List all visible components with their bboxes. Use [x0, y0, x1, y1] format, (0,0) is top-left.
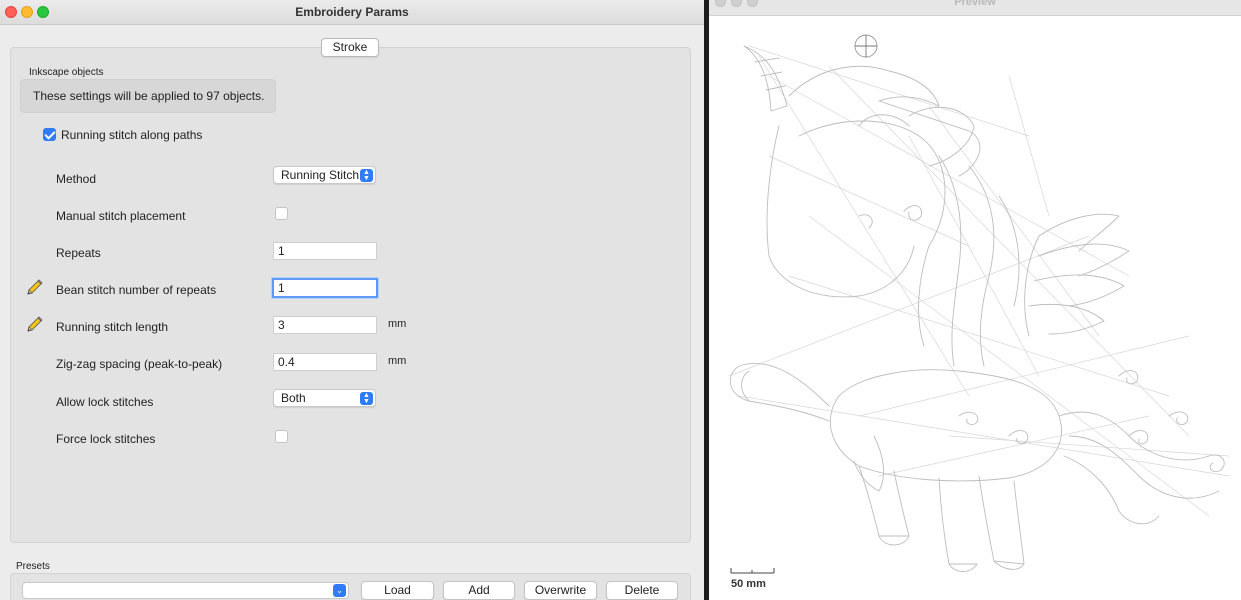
preset-select[interactable]: ⌄ — [22, 582, 349, 599]
delete-button[interactable]: Delete — [606, 581, 678, 600]
pencil-icon[interactable] — [25, 316, 43, 334]
up-down-chevron-icon: ▲ ▼ — [360, 169, 373, 182]
preview-title: Preview — [954, 0, 996, 8]
zigzag-spacing-unit: mm — [388, 355, 407, 367]
pencil-icon[interactable] — [25, 279, 43, 297]
objects-info-message: These settings will be applied to 97 obj… — [33, 89, 265, 103]
zigzag-spacing-input[interactable]: 0.4 — [273, 353, 377, 371]
manual-stitch-label: Manual stitch placement — [56, 209, 186, 223]
repeats-label: Repeats — [56, 246, 101, 260]
preview-window: Preview 50 mm — [709, 0, 1241, 600]
tab-stroke[interactable]: Stroke — [321, 38, 379, 57]
scale-label: 50 mm — [731, 578, 766, 590]
presets-label: Presets — [16, 561, 50, 572]
load-button[interactable]: Load — [361, 581, 434, 600]
window-title: Embroidery Params — [295, 5, 409, 19]
crosshair-icon — [854, 34, 878, 58]
embroidery-params-window: Embroidery Params Stroke Inkscape object… — [0, 0, 704, 600]
force-lock-checkbox[interactable] — [275, 430, 288, 443]
method-label: Method — [56, 172, 97, 186]
repeats-input[interactable]: 1 — [273, 242, 377, 260]
zigzag-spacing-label: Zig-zag spacing (peak-to-peak) — [56, 357, 223, 371]
running-stitch-checkbox[interactable] — [43, 128, 56, 141]
stitch-preview-canvas[interactable] — [709, 16, 1241, 600]
up-down-chevron-icon: ▲ ▼ — [360, 392, 373, 405]
window-gap — [704, 0, 708, 600]
title-bar: Embroidery Params — [0, 0, 704, 25]
bean-stitch-input[interactable]: 1 — [272, 278, 378, 298]
scale-bar — [730, 568, 775, 574]
running-stitch-label: Running stitch along paths — [61, 128, 203, 142]
add-button[interactable]: Add — [443, 581, 515, 600]
stitch-length-label: Running stitch length — [56, 320, 169, 334]
allow-lock-select-value: Both — [281, 391, 306, 405]
force-lock-label: Force lock stitches — [56, 432, 156, 446]
stitch-length-unit: mm — [388, 318, 407, 330]
chevron-down-icon: ⌄ — [333, 584, 346, 597]
method-select[interactable]: Running Stitch ▲ ▼ — [273, 166, 376, 184]
overwrite-button[interactable]: Overwrite — [524, 581, 597, 600]
objects-info-box: These settings will be applied to 97 obj… — [20, 79, 276, 113]
allow-lock-label: Allow lock stitches — [56, 395, 154, 409]
manual-stitch-checkbox[interactable] — [275, 207, 288, 220]
allow-lock-select[interactable]: Both ▲ ▼ — [273, 389, 376, 407]
bean-stitch-label: Bean stitch number of repeats — [56, 283, 217, 297]
method-select-value: Running Stitch — [281, 168, 360, 182]
inkscape-objects-label: Inkscape objects — [29, 67, 104, 78]
preview-title-bar: Preview — [709, 0, 1241, 16]
stitch-length-input[interactable]: 3 — [273, 316, 377, 334]
